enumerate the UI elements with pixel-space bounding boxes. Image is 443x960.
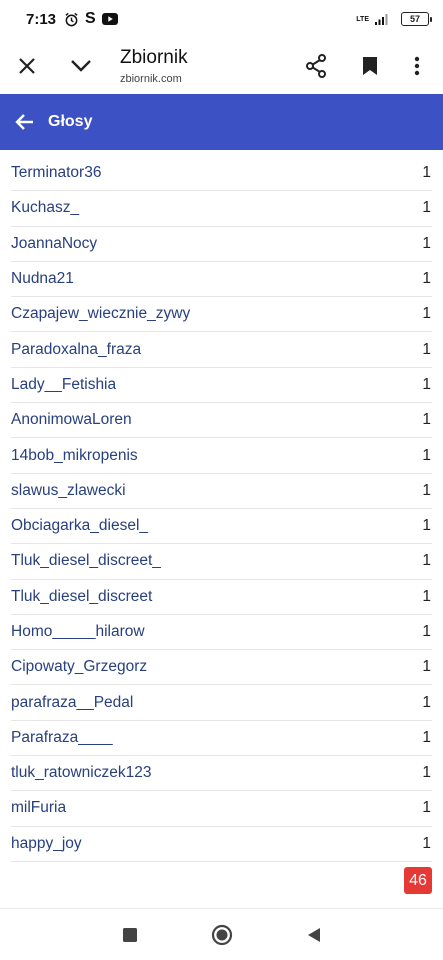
back-nav-button[interactable]: [268, 909, 360, 960]
battery-indicator: 57: [401, 12, 432, 26]
vote-count: 1: [422, 623, 431, 640]
voter-name-link[interactable]: milFuria: [11, 799, 66, 817]
voter-name-link[interactable]: Homo_____hilarow: [11, 623, 145, 641]
close-icon: [19, 58, 35, 74]
voter-name-link[interactable]: Kuchasz_: [11, 199, 79, 217]
arrow-left-icon: [15, 114, 33, 130]
page-title: Zbiornik: [120, 47, 188, 68]
bookmark-icon: [363, 57, 377, 75]
voter-name-link[interactable]: Czapajew_wiecznie_zywy: [11, 305, 190, 323]
bookmark-button[interactable]: [343, 38, 397, 94]
votes-list: Terminator36 1 Kuchasz_ 1 JoannaNocy 1 Nudna21…: [0, 156, 443, 862]
system-nav-bar: [0, 908, 443, 960]
vote-count: 1: [422, 411, 431, 429]
chevron-down-icon: [71, 60, 91, 72]
voter-name-link[interactable]: Obciagarka_diesel_: [11, 517, 148, 535]
vote-row: Czapajew_wiecznie_zywy 1: [11, 297, 432, 333]
vote-row: Paradoxalna_fraza 1: [11, 332, 432, 368]
vote-count: 1: [422, 658, 431, 676]
share-icon: [306, 54, 326, 78]
vote-count: 1: [422, 375, 431, 393]
vote-row: 14bob_mikropenis 1: [11, 438, 432, 474]
browser-toolbar: Zbiornik zbiornik.com: [0, 38, 443, 94]
vote-count: 1: [422, 728, 431, 746]
app-header: Głosy: [0, 94, 443, 150]
vote-row: Tluk_diesel_discreet 1: [11, 580, 432, 615]
vote-row: slawus_zlawecki 1: [11, 474, 432, 509]
home-circle-icon: [211, 924, 232, 945]
voter-name-link[interactable]: Tluk_diesel_discreet: [11, 588, 152, 606]
status-time: 7:13: [26, 10, 57, 28]
vote-row: Kuchasz_ 1: [11, 191, 432, 227]
vote-count: 1: [422, 834, 431, 852]
vote-count: 1: [422, 164, 431, 182]
close-button[interactable]: [0, 38, 54, 94]
header-title: Głosy: [48, 113, 93, 130]
recents-button[interactable]: [84, 909, 176, 960]
voter-name-link[interactable]: Paradoxalna_fraza: [11, 341, 141, 359]
vote-count: 1: [422, 481, 431, 499]
lte-label: LTE: [356, 15, 369, 23]
vote-count: 1: [422, 305, 431, 323]
vote-count: 1: [422, 764, 431, 782]
page-title-block: Zbiornik zbiornik.com: [120, 47, 289, 85]
voter-name-link[interactable]: Lady__Fetishia: [11, 376, 116, 394]
vote-row: Lady__Fetishia 1: [11, 368, 432, 404]
voter-name-link[interactable]: JoannaNocy: [11, 235, 97, 253]
back-triangle-icon: [307, 927, 320, 942]
vote-row: Nudna21 1: [11, 262, 432, 298]
vote-count: 1: [422, 446, 431, 464]
vote-row: Homo_____hilarow 1: [11, 615, 432, 651]
vote-count: 1: [422, 270, 431, 288]
status-right: LTE 57: [356, 12, 432, 26]
youtube-icon: [101, 13, 118, 25]
more-vert-icon: [414, 56, 420, 76]
vote-row: tluk_ratowniczek123 1: [11, 756, 432, 792]
recents-square-icon: [122, 927, 137, 942]
browser-actions: [289, 38, 437, 94]
vote-count: 1: [422, 340, 431, 358]
vote-row: Terminator36 1: [11, 156, 432, 192]
vote-count: 1: [422, 693, 431, 711]
alarm-icon: [64, 12, 79, 27]
home-button[interactable]: [176, 909, 268, 960]
vote-count: 1: [422, 799, 431, 817]
vote-row: AnonimowaLoren 1: [11, 403, 432, 439]
voter-name-link[interactable]: tluk_ratowniczek123: [11, 764, 151, 782]
s-app-icon: S: [85, 10, 96, 27]
voter-name-link[interactable]: 14bob_mikropenis: [11, 447, 138, 465]
more-options-button[interactable]: [397, 38, 437, 94]
signal-icon: [375, 13, 389, 25]
vote-row: Parafraza____ 1: [11, 721, 432, 757]
vote-row: milFuria 1: [11, 791, 432, 827]
voter-name-link[interactable]: Parafraza____: [11, 729, 113, 747]
vote-row: happy_joy 1: [11, 827, 432, 862]
vote-count: 1: [422, 234, 431, 252]
vote-count: 1: [422, 587, 431, 605]
vote-row: Cipowaty_Grzegorz 1: [11, 650, 432, 686]
notification-badge[interactable]: 46: [404, 867, 432, 894]
vote-row: JoannaNocy 1: [11, 227, 432, 262]
collapse-button[interactable]: [54, 38, 108, 94]
share-button[interactable]: [289, 38, 343, 94]
header-watermark: [0, 94, 443, 106]
voter-name-link[interactable]: Terminator36: [11, 164, 101, 182]
page-url: zbiornik.com: [120, 73, 182, 85]
status-bar: 7:13 S LTE 57: [0, 0, 443, 38]
voter-name-link[interactable]: Cipowaty_Grzegorz: [11, 658, 147, 676]
vote-row: Tluk_diesel_discreet_ 1: [11, 544, 432, 580]
voter-name-link[interactable]: Tluk_diesel_discreet_: [11, 552, 161, 570]
voter-name-link[interactable]: happy_joy: [11, 835, 82, 853]
vote-row: Obciagarka_diesel_ 1: [11, 509, 432, 545]
voter-name-link[interactable]: slawus_zlawecki: [11, 482, 126, 500]
vote-count: 1: [422, 552, 431, 570]
voter-name-link[interactable]: parafraza__Pedal: [11, 694, 133, 712]
voter-name-link[interactable]: Nudna21: [11, 270, 74, 288]
voter-name-link[interactable]: AnonimowaLoren: [11, 411, 132, 429]
vote-row: parafraza__Pedal 1: [11, 685, 432, 721]
vote-count: 1: [422, 517, 431, 535]
vote-count: 1: [422, 199, 431, 217]
